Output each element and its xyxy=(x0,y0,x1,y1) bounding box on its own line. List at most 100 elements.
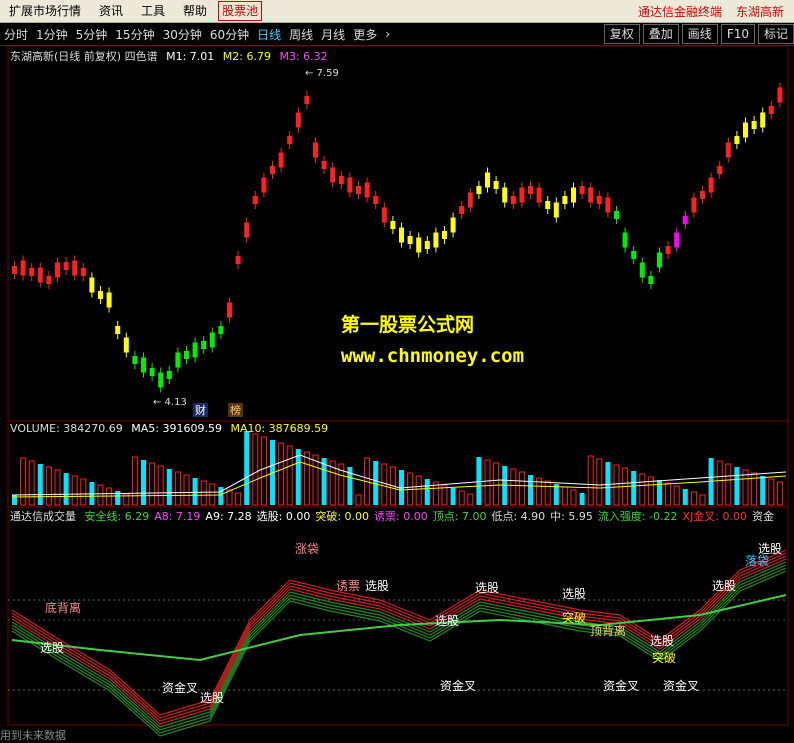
candle xyxy=(209,332,215,348)
indicator-field: 安全线: 6.29 xyxy=(84,510,150,523)
volume-bar xyxy=(605,462,611,505)
candle xyxy=(270,166,275,174)
label-select: 选股 xyxy=(475,581,499,595)
volume-bar xyxy=(252,433,259,506)
candle xyxy=(373,196,379,204)
volume-bar xyxy=(579,493,585,505)
indicator-field: A9: 7.28 xyxy=(205,510,252,523)
volume-bar xyxy=(28,460,35,506)
candle xyxy=(218,326,224,334)
volume-bar xyxy=(183,474,190,506)
volume-bar xyxy=(476,457,482,505)
volume-bar xyxy=(63,473,69,505)
label-top-divergence: 顶背离 xyxy=(590,623,626,638)
volume-bar xyxy=(768,478,775,506)
candle xyxy=(313,142,318,158)
candle xyxy=(614,211,619,219)
label-select: 选股 xyxy=(758,542,782,556)
watermark-title: 第一股票公式网 xyxy=(341,314,475,336)
label-capital-cross: 资金叉 xyxy=(162,680,198,695)
label-select: 选股 xyxy=(435,614,459,628)
volume-bar xyxy=(673,485,680,506)
candle xyxy=(717,166,723,174)
candle xyxy=(467,192,473,208)
candle xyxy=(235,256,241,264)
main-chart-title: 东湖高新(日线 前复权) 四色谱 xyxy=(10,50,158,63)
candle xyxy=(459,206,465,214)
candle xyxy=(502,187,508,203)
volume-bar xyxy=(312,454,319,506)
candle xyxy=(476,186,482,194)
candle xyxy=(261,177,267,193)
volume-bar xyxy=(200,480,207,506)
candle xyxy=(407,236,413,244)
volume-bar xyxy=(157,465,164,506)
volume-ma10: MA10: 387689.59 xyxy=(230,422,329,435)
candle xyxy=(493,181,499,189)
candle xyxy=(201,341,207,349)
candle xyxy=(682,216,688,224)
candle xyxy=(433,232,439,248)
volume-ma5: MA5: 391609.59 xyxy=(131,422,222,435)
volume-bar xyxy=(295,449,301,505)
label-fall-bag: 落袋 xyxy=(745,554,769,568)
candle xyxy=(442,231,447,239)
candle xyxy=(571,187,576,203)
candle xyxy=(450,217,456,233)
candle xyxy=(760,112,766,128)
candle xyxy=(536,187,542,203)
candle xyxy=(98,291,103,299)
volume-bar xyxy=(131,456,138,506)
candle xyxy=(46,276,52,284)
volume-bar xyxy=(45,466,52,506)
volume-bar xyxy=(690,491,697,506)
candle xyxy=(648,276,654,284)
volume-bar xyxy=(639,473,646,506)
candle xyxy=(175,352,181,368)
label-select: 选股 xyxy=(200,691,224,705)
candle xyxy=(347,177,353,193)
high-price-label: ← 7.59 xyxy=(305,68,339,79)
label-breakout: 突破 xyxy=(562,610,586,625)
volume-bar xyxy=(467,493,474,506)
candle xyxy=(29,268,35,276)
candle xyxy=(381,207,387,223)
indicator-field: 低点: 4.90 xyxy=(491,510,546,523)
candle xyxy=(252,196,258,204)
volume-bar xyxy=(587,455,594,506)
candle xyxy=(768,106,774,114)
volume-bar xyxy=(561,486,568,506)
candle xyxy=(123,337,129,353)
candle xyxy=(485,172,490,188)
candle xyxy=(777,87,783,103)
candle xyxy=(227,302,232,318)
chart-canvas[interactable]: ← 7.59← 4.13财 榜底背离选股资金叉选股涨袋诱票 选股选股资金叉选股 选股突… xyxy=(0,0,794,743)
candle xyxy=(89,277,95,293)
volume-bar xyxy=(716,460,723,506)
indicator-name: 通达信成交量 xyxy=(10,510,76,523)
candle xyxy=(20,260,26,276)
candle xyxy=(192,342,198,358)
indicator-field: 资金 xyxy=(752,510,775,523)
candle xyxy=(321,161,327,169)
candle xyxy=(605,197,611,213)
candle xyxy=(639,262,645,278)
volume-info: VOLUME: 384270.69 MA5: 391609.59 MA10: 3… xyxy=(10,422,333,435)
ma-m2: M2: 6.79 xyxy=(222,50,271,63)
volume-bar xyxy=(381,463,388,506)
candle xyxy=(545,201,551,209)
watermark-url: www.chnmoney.com xyxy=(341,345,525,367)
indicator-field: XJ金叉: 0.00 xyxy=(682,510,748,523)
volume-bar xyxy=(97,484,104,506)
volume-bar xyxy=(518,471,525,506)
candle xyxy=(743,122,748,138)
candle xyxy=(278,152,284,168)
candle xyxy=(665,246,671,254)
volume-bar xyxy=(303,451,310,506)
label-breakout: 突破 xyxy=(652,650,676,665)
volume-bar xyxy=(209,483,216,506)
candle xyxy=(622,232,628,248)
volume-bar xyxy=(510,468,517,506)
candle xyxy=(80,268,86,276)
volume-bar xyxy=(760,476,766,505)
